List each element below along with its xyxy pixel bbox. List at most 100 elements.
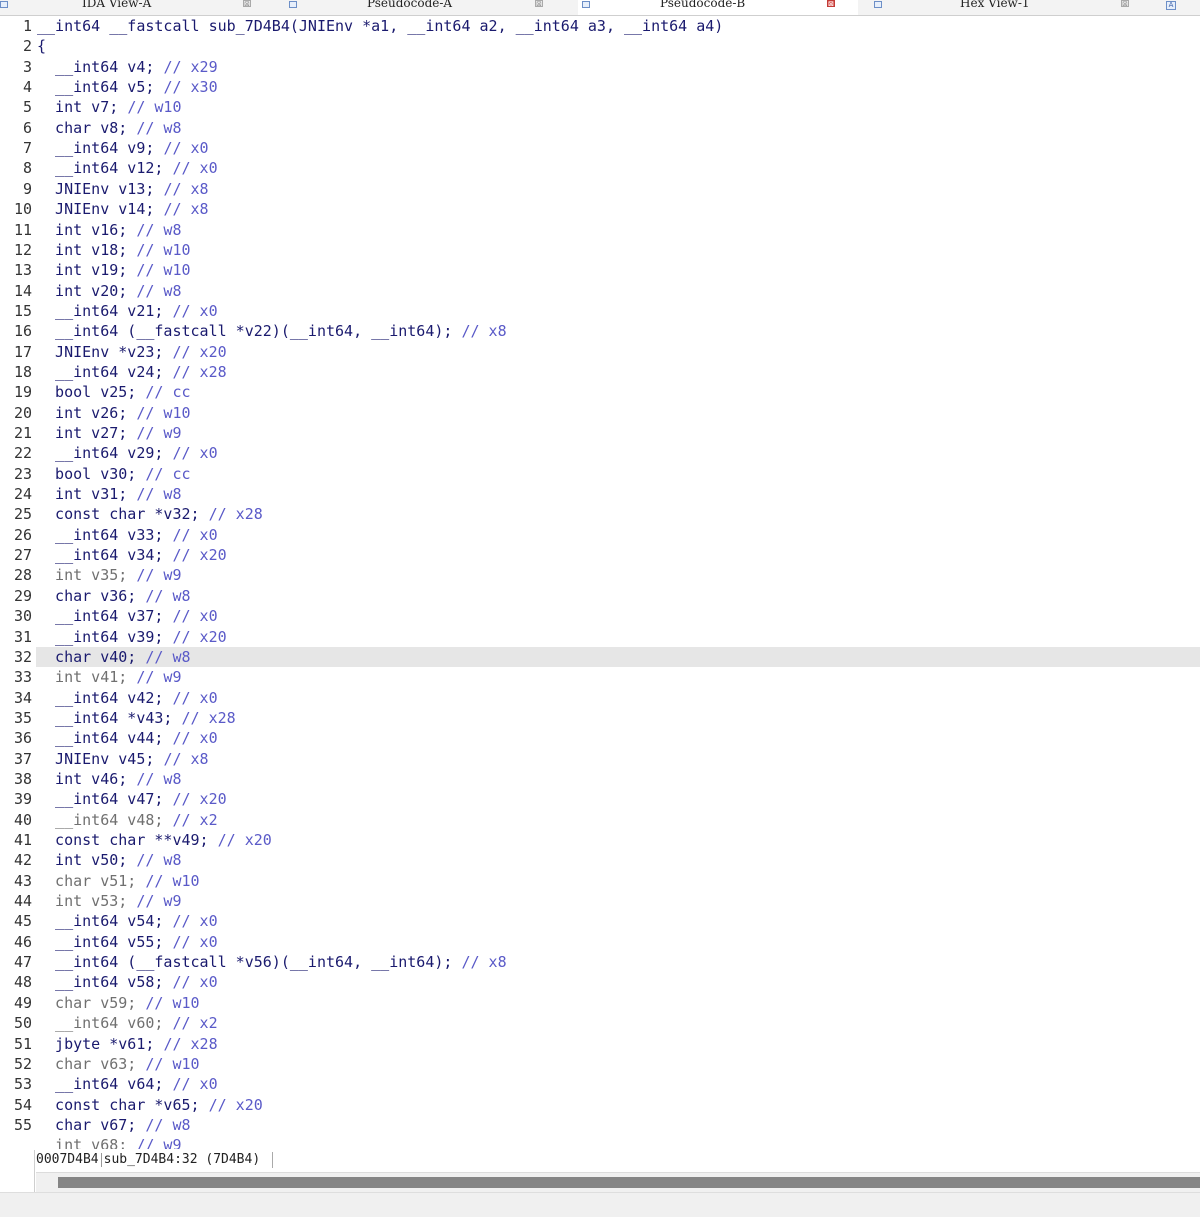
code-text[interactable]: int v50; // w8 [37, 850, 181, 870]
code-text[interactable]: __int64 v42; // x0 [37, 688, 218, 708]
code-line[interactable]: 21 int v27; // w9 [0, 423, 1200, 443]
code-line[interactable]: 30 __int64 v37; // x0 [0, 606, 1200, 626]
code-text[interactable]: __int64 v4; // x29 [37, 57, 218, 77]
code-line[interactable]: 3 __int64 v4; // x29 [0, 57, 1200, 77]
code-line[interactable]: 18 __int64 v24; // x28 [0, 362, 1200, 382]
code-line[interactable]: 52 char v63; // w10 [0, 1054, 1200, 1074]
code-line[interactable]: 8 __int64 v12; // x0 [0, 158, 1200, 178]
code-text[interactable]: char v40; // w8 [37, 647, 190, 667]
code-line[interactable]: 10 JNIEnv v14; // x8 [0, 199, 1200, 219]
code-text[interactable]: __int64 v39; // x20 [37, 627, 227, 647]
code-line[interactable]: 9 JNIEnv v13; // x8 [0, 179, 1200, 199]
code-line[interactable]: 41 const char **v49; // x20 [0, 830, 1200, 850]
code-line[interactable]: 31 __int64 v39; // x20 [0, 627, 1200, 647]
code-line[interactable]: 26 __int64 v33; // x0 [0, 525, 1200, 545]
code-text[interactable]: __int64 v33; // x0 [37, 525, 218, 545]
code-line[interactable]: 16 __int64 (__fastcall *v22)(__int64, __… [0, 321, 1200, 341]
code-line[interactable]: 14 int v20; // w8 [0, 281, 1200, 301]
code-text[interactable]: __int64 (__fastcall *v22)(__int64, __int… [37, 321, 507, 341]
code-line[interactable]: int v68; // w9 [0, 1135, 1200, 1149]
tab-structures[interactable]: A [1164, 0, 1200, 15]
code-text[interactable]: __int64 *v43; // x28 [37, 708, 236, 728]
tab-hex-view-1[interactable]: Hex View-1 ⊠ [872, 0, 1150, 15]
code-line[interactable]: 34 __int64 v42; // x0 [0, 688, 1200, 708]
code-text[interactable]: int v31; // w8 [37, 484, 181, 504]
code-text[interactable]: const char *v32; // x28 [37, 504, 263, 524]
code-line[interactable]: 32 char v40; // w8 [0, 647, 1200, 667]
tab-ida-view-a[interactable]: IDA View-A ⊠ [0, 0, 268, 15]
code-line[interactable]: 23 bool v30; // cc [0, 464, 1200, 484]
code-line[interactable]: 11 int v16; // w8 [0, 220, 1200, 240]
code-text[interactable]: __int64 v58; // x0 [37, 972, 218, 992]
code-line[interactable]: 19 bool v25; // cc [0, 382, 1200, 402]
close-icon[interactable]: ⊠ [827, 0, 835, 8]
code-text[interactable]: int v46; // w8 [37, 769, 181, 789]
tab-pseudocode-b[interactable]: Pseudocode-B ⊠ [578, 0, 858, 15]
code-line[interactable]: 27 __int64 v34; // x20 [0, 545, 1200, 565]
code-line[interactable]: 4 __int64 v5; // x30 [0, 77, 1200, 97]
code-text[interactable]: int v41; // w9 [37, 667, 181, 687]
code-text[interactable]: char v36; // w8 [37, 586, 190, 606]
code-line[interactable]: 50 __int64 v60; // x2 [0, 1013, 1200, 1033]
code-text[interactable]: char v51; // w10 [37, 871, 200, 891]
code-text[interactable]: __int64 v48; // x2 [37, 810, 218, 830]
code-text[interactable]: __int64 v54; // x0 [37, 911, 218, 931]
tab-pseudocode-a[interactable]: Pseudocode-A ⊠ [285, 0, 570, 15]
code-text[interactable]: int v53; // w9 [37, 891, 181, 911]
code-line[interactable]: 12 int v18; // w10 [0, 240, 1200, 260]
code-text[interactable]: __int64 v12; // x0 [37, 158, 218, 178]
code-text[interactable]: int v20; // w8 [37, 281, 181, 301]
code-line[interactable]: 42 int v50; // w8 [0, 850, 1200, 870]
code-text[interactable]: __int64 __fastcall sub_7D4B4(JNIEnv *a1,… [37, 16, 723, 36]
code-text[interactable]: int v68; // w9 [37, 1135, 181, 1149]
code-text[interactable]: int v16; // w8 [37, 220, 181, 240]
code-text[interactable]: JNIEnv v14; // x8 [37, 199, 209, 219]
code-text[interactable]: char v63; // w10 [37, 1054, 200, 1074]
code-line[interactable]: 7 __int64 v9; // x0 [0, 138, 1200, 158]
code-line[interactable]: 44 int v53; // w9 [0, 891, 1200, 911]
code-text[interactable]: JNIEnv *v23; // x20 [37, 342, 227, 362]
code-text[interactable]: __int64 v21; // x0 [37, 301, 218, 321]
code-text[interactable]: char v67; // w8 [37, 1115, 190, 1135]
code-line[interactable]: 15 __int64 v21; // x0 [0, 301, 1200, 321]
code-line[interactable]: 24 int v31; // w8 [0, 484, 1200, 504]
code-text[interactable]: const char **v49; // x20 [37, 830, 272, 850]
code-line[interactable]: 54 const char *v65; // x20 [0, 1095, 1200, 1115]
code-line[interactable]: 28 int v35; // w9 [0, 565, 1200, 585]
code-line[interactable]: 5 int v7; // w10 [0, 97, 1200, 117]
code-line[interactable]: 40 __int64 v48; // x2 [0, 810, 1200, 830]
close-icon[interactable]: ⊠ [1121, 0, 1129, 8]
code-text[interactable]: bool v30; // cc [37, 464, 190, 484]
code-line[interactable]: 2{ [0, 36, 1200, 56]
code-text[interactable]: __int64 (__fastcall *v56)(__int64, __int… [37, 952, 507, 972]
code-line[interactable]: 35 __int64 *v43; // x28 [0, 708, 1200, 728]
code-text[interactable]: int v27; // w9 [37, 423, 181, 443]
code-line[interactable]: 55 char v67; // w8 [0, 1115, 1200, 1135]
code-line[interactable]: 45 __int64 v54; // x0 [0, 911, 1200, 931]
code-text[interactable]: char v59; // w10 [37, 993, 200, 1013]
code-line[interactable]: 17 JNIEnv *v23; // x20 [0, 342, 1200, 362]
code-text[interactable]: int v18; // w10 [37, 240, 190, 260]
code-line[interactable]: 33 int v41; // w9 [0, 667, 1200, 687]
code-text[interactable]: __int64 v55; // x0 [37, 932, 218, 952]
code-text[interactable]: int v19; // w10 [37, 260, 190, 280]
code-text[interactable]: char v8; // w8 [37, 118, 181, 138]
code-line[interactable]: 36 __int64 v44; // x0 [0, 728, 1200, 748]
code-text[interactable]: int v35; // w9 [37, 565, 181, 585]
code-text[interactable]: bool v25; // cc [37, 382, 190, 402]
code-line[interactable]: 43 char v51; // w10 [0, 871, 1200, 891]
code-text[interactable]: jbyte *v61; // x28 [37, 1034, 218, 1054]
code-line[interactable]: 51 jbyte *v61; // x28 [0, 1034, 1200, 1054]
code-line[interactable]: 53 __int64 v64; // x0 [0, 1074, 1200, 1094]
code-line[interactable]: 47 __int64 (__fastcall *v56)(__int64, __… [0, 952, 1200, 972]
code-text[interactable]: __int64 v5; // x30 [37, 77, 218, 97]
close-icon[interactable]: ⊠ [243, 0, 251, 8]
code-text[interactable]: __int64 v47; // x20 [37, 789, 227, 809]
code-line[interactable]: 6 char v8; // w8 [0, 118, 1200, 138]
code-text[interactable]: int v26; // w10 [37, 403, 190, 423]
code-line[interactable]: 49 char v59; // w10 [0, 993, 1200, 1013]
code-line[interactable]: 46 __int64 v55; // x0 [0, 932, 1200, 952]
code-text[interactable]: __int64 v34; // x20 [37, 545, 227, 565]
code-line[interactable]: 20 int v26; // w10 [0, 403, 1200, 423]
scrollbar-thumb[interactable] [58, 1177, 1200, 1188]
